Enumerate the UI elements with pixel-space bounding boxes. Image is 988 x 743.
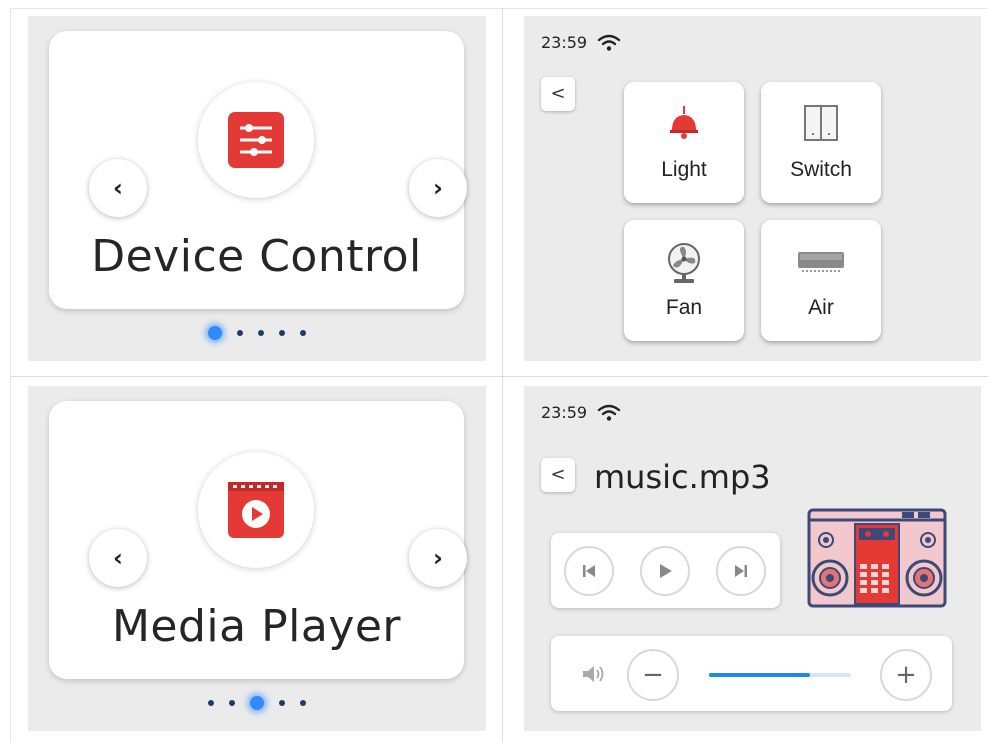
playback-controls — [551, 533, 780, 608]
skip-next-icon — [735, 565, 747, 577]
tile-label: Air — [808, 296, 834, 319]
boombox-icon — [807, 508, 947, 608]
wifi-icon — [597, 404, 621, 421]
device-control-screen: 23:59 < Light Switch Fan Air — [524, 16, 981, 361]
clock: 23:59 — [541, 403, 588, 422]
volume-slider[interactable] — [709, 673, 851, 677]
next-track-button[interactable] — [716, 546, 766, 596]
air-conditioner-icon — [798, 252, 844, 272]
play-button[interactable] — [640, 546, 690, 596]
back-button[interactable]: < — [541, 458, 575, 492]
chevron-left-icon: ‹ — [113, 174, 123, 202]
back-button[interactable]: < — [541, 77, 575, 111]
carousel-card[interactable]: Media Player ‹ › — [49, 401, 467, 679]
chevron-right-icon: › — [433, 544, 443, 572]
carousel-next-button[interactable]: › — [409, 159, 467, 217]
page-dot-4[interactable] — [279, 700, 285, 706]
page-dot-3[interactable] — [250, 696, 264, 710]
chevron-right-icon: › — [433, 174, 443, 202]
status-bar: 23:59 — [541, 403, 621, 422]
tile-switch[interactable]: Switch — [761, 82, 881, 203]
app-icon-circle — [198, 452, 314, 568]
carousel-card[interactable]: Device Control ‹ › — [49, 31, 467, 309]
grid-border-top — [10, 8, 988, 9]
video-play-icon — [228, 482, 284, 538]
chevron-left-icon: < — [550, 464, 566, 485]
skip-previous-icon — [583, 565, 595, 577]
grid-divider-horizontal — [10, 376, 988, 377]
volume-slider-fill — [709, 673, 810, 677]
page-dot-2[interactable] — [237, 330, 243, 336]
status-bar: 23:59 — [541, 33, 621, 52]
carousel-title: Device Control — [91, 231, 422, 282]
page-indicator — [28, 696, 486, 710]
tile-label: Light — [661, 158, 707, 181]
play-icon — [660, 564, 672, 578]
carousel-title: Media Player — [111, 601, 402, 652]
page-dot-5[interactable] — [300, 700, 306, 706]
media-player-carousel: Media Player ‹ › — [28, 386, 486, 731]
carousel-prev-button[interactable]: ‹ — [89, 529, 147, 587]
carousel-next-button[interactable]: › — [409, 529, 467, 587]
tile-fan[interactable]: Fan — [624, 220, 744, 341]
page-dot-5[interactable] — [300, 330, 306, 336]
clock: 23:59 — [541, 33, 588, 52]
previous-track-button[interactable] — [564, 546, 614, 596]
fan-icon — [668, 243, 700, 283]
volume-down-button[interactable]: − — [627, 649, 679, 701]
tile-label: Switch — [790, 158, 852, 181]
page-dot-4[interactable] — [279, 330, 285, 336]
tile-light[interactable]: Light — [624, 82, 744, 203]
app-icon-circle — [198, 82, 314, 198]
page-dot-2[interactable] — [229, 700, 235, 706]
volume-control: − + — [551, 636, 952, 711]
lamp-icon — [670, 106, 698, 139]
chevron-left-icon: ‹ — [113, 544, 123, 572]
tile-label: Fan — [665, 296, 703, 319]
speaker-icon — [583, 666, 604, 682]
chevron-left-icon: < — [550, 83, 566, 104]
wifi-icon — [597, 34, 621, 51]
carousel-prev-button[interactable]: ‹ — [89, 159, 147, 217]
switch-icon — [804, 105, 838, 141]
tile-air[interactable]: Air — [761, 220, 881, 341]
page-indicator — [28, 326, 486, 340]
page-dot-1[interactable] — [208, 700, 214, 706]
page-dot-1[interactable] — [208, 326, 222, 340]
track-title: music.mp3 — [594, 458, 771, 496]
media-player-screen: 23:59 < music.mp3 − + — [524, 386, 981, 731]
device-control-carousel: Device Control ‹ › — [28, 16, 486, 361]
volume-up-button[interactable]: + — [880, 649, 932, 701]
page-dot-3[interactable] — [258, 330, 264, 336]
sliders-icon — [228, 112, 284, 168]
